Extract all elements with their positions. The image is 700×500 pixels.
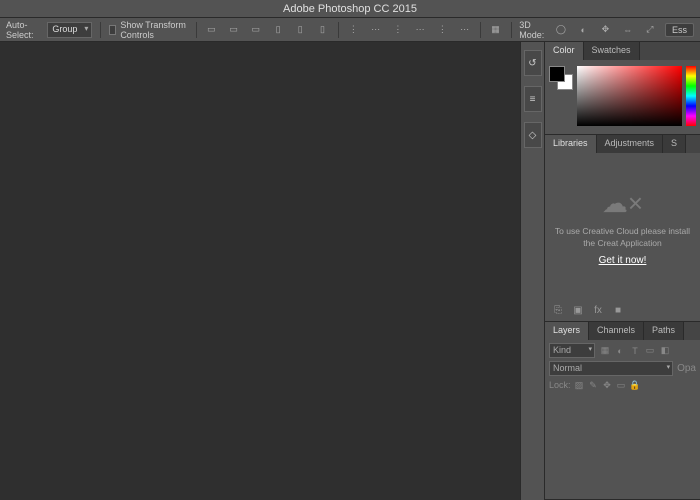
align-vcenter-icon[interactable]: ▭ bbox=[226, 21, 240, 39]
link-icon[interactable]: ⎘ bbox=[551, 303, 565, 317]
lock-image-icon[interactable]: ✎ bbox=[588, 379, 599, 391]
filter-smart-icon[interactable]: ◧ bbox=[659, 345, 671, 357]
collapsed-dock: ↺ ≡ ◇ bbox=[520, 42, 544, 500]
lock-transparency-icon[interactable]: ▨ bbox=[574, 379, 585, 391]
fg-bg-color-swatch[interactable] bbox=[549, 66, 573, 90]
filter-adjust-icon[interactable]: ◐ bbox=[614, 345, 626, 357]
tab-adjustments[interactable]: Adjustments bbox=[597, 135, 664, 153]
align-bottom-icon[interactable]: ▭ bbox=[249, 21, 263, 39]
align-hcenter-icon[interactable]: ▯ bbox=[293, 21, 307, 39]
mode-3d-slide-icon[interactable]: ⇔ bbox=[621, 21, 635, 39]
lock-artboard-icon[interactable]: ▭ bbox=[616, 379, 627, 391]
transform-controls-label: Show Transform Controls bbox=[120, 20, 187, 40]
layer-filter-dropdown[interactable]: Kind bbox=[549, 343, 595, 358]
distribute-icon[interactable]: ⋮ bbox=[391, 21, 405, 39]
tab-color[interactable]: Color bbox=[545, 42, 584, 60]
mode-3d-orbit-icon[interactable]: ◯ bbox=[554, 21, 568, 39]
main-area: ↺ ≡ ◇ Color Swatches Libraries Adjustmen… bbox=[0, 42, 700, 500]
distribute-h-icon[interactable]: ⋮ bbox=[346, 21, 360, 39]
filter-shape-icon[interactable]: ▭ bbox=[644, 345, 656, 357]
opacity-label: Opa bbox=[677, 363, 696, 374]
libraries-panel-body: ☁× To use Creative Cloud please install … bbox=[545, 153, 700, 301]
libraries-panel-tabs: Libraries Adjustments S bbox=[545, 135, 700, 153]
right-panel-stack: Color Swatches Libraries Adjustments S ☁… bbox=[544, 42, 700, 500]
mode-3d-zoom-icon[interactable]: ⤢ bbox=[643, 21, 657, 39]
properties-panel-icon[interactable]: ≡ bbox=[524, 86, 542, 112]
history-panel-icon[interactable]: ↺ bbox=[524, 50, 542, 76]
workspace-selector[interactable]: Ess bbox=[665, 23, 694, 37]
align-right-icon[interactable]: ▯ bbox=[315, 21, 329, 39]
foreground-color-swatch[interactable] bbox=[549, 66, 565, 82]
color-field[interactable] bbox=[577, 66, 682, 126]
color-panel: Color Swatches bbox=[545, 42, 700, 135]
checkbox-box bbox=[109, 25, 116, 35]
layers-panel-body: Kind ▦ ◐ T ▭ ◧ Normal Opa Lock: ▨ bbox=[545, 340, 700, 479]
align-top-icon[interactable]: ▭ bbox=[204, 21, 218, 39]
mode-3d-roll-icon[interactable]: ◐ bbox=[576, 21, 590, 39]
swatch-add-icon[interactable]: ■ bbox=[611, 303, 625, 317]
separator bbox=[196, 22, 197, 38]
libraries-panel: Libraries Adjustments S ☁× To use Creati… bbox=[545, 135, 700, 322]
distribute-icon[interactable]: ⋮ bbox=[435, 21, 449, 39]
title-bar: Adobe Photoshop CC 2015 bbox=[0, 0, 700, 18]
color-panel-body bbox=[545, 60, 700, 134]
layers-list[interactable] bbox=[549, 391, 696, 461]
options-bar: Auto-Select: Group Show Transform Contro… bbox=[0, 18, 700, 42]
lock-all-icon[interactable]: 🔒 bbox=[630, 379, 641, 391]
layers-panel-tabs: Layers Channels Paths bbox=[545, 322, 700, 340]
tab-swatches[interactable]: Swatches bbox=[584, 42, 640, 60]
separator bbox=[100, 22, 101, 38]
mode-3d-label: 3D Mode: bbox=[519, 20, 546, 40]
tab-channels[interactable]: Channels bbox=[589, 322, 644, 340]
libraries-message: To use Creative Cloud please install the… bbox=[553, 225, 692, 249]
app-title: Adobe Photoshop CC 2015 bbox=[283, 3, 417, 15]
hue-slider[interactable] bbox=[686, 66, 696, 126]
tab-styles[interactable]: S bbox=[663, 135, 686, 153]
blend-mode-dropdown[interactable]: Normal bbox=[549, 361, 673, 376]
auto-select-label: Auto-Select: bbox=[6, 20, 39, 40]
lock-label: Lock: bbox=[549, 380, 571, 390]
layers-panel: Layers Channels Paths Kind ▦ ◐ T ▭ ◧ Nor… bbox=[545, 322, 700, 500]
lock-position-icon[interactable]: ✥ bbox=[602, 379, 613, 391]
get-it-now-link[interactable]: Get it now! bbox=[599, 255, 647, 266]
fx-icon[interactable]: fx bbox=[591, 303, 605, 317]
filter-text-icon[interactable]: T bbox=[629, 345, 641, 357]
add-graphic-icon[interactable]: ▣ bbox=[571, 303, 585, 317]
filter-pixel-icon[interactable]: ▦ bbox=[599, 345, 611, 357]
show-transform-controls-checkbox[interactable]: Show Transform Controls bbox=[109, 20, 188, 40]
tab-libraries[interactable]: Libraries bbox=[545, 135, 597, 153]
brush-panel-icon[interactable]: ◇ bbox=[524, 122, 542, 148]
canvas-area[interactable] bbox=[0, 42, 520, 500]
distribute-icon[interactable]: ⋯ bbox=[457, 21, 471, 39]
align-left-icon[interactable]: ▯ bbox=[271, 21, 285, 39]
cloud-offline-icon: ☁× bbox=[602, 188, 643, 219]
auto-select-dropdown[interactable]: Group bbox=[47, 22, 92, 38]
distribute-icon[interactable]: ⋯ bbox=[413, 21, 427, 39]
separator bbox=[480, 22, 481, 38]
distribute-v-icon[interactable]: ⋯ bbox=[369, 21, 383, 39]
color-panel-tabs: Color Swatches bbox=[545, 42, 700, 60]
tab-paths[interactable]: Paths bbox=[644, 322, 684, 340]
mode-3d-pan-icon[interactable]: ✥ bbox=[598, 21, 612, 39]
arrange-icon[interactable]: ▦ bbox=[488, 21, 502, 39]
tab-layers[interactable]: Layers bbox=[545, 322, 589, 340]
libraries-footer: ⎘ ▣ fx ■ bbox=[545, 301, 700, 321]
separator bbox=[511, 22, 512, 38]
separator bbox=[338, 22, 339, 38]
